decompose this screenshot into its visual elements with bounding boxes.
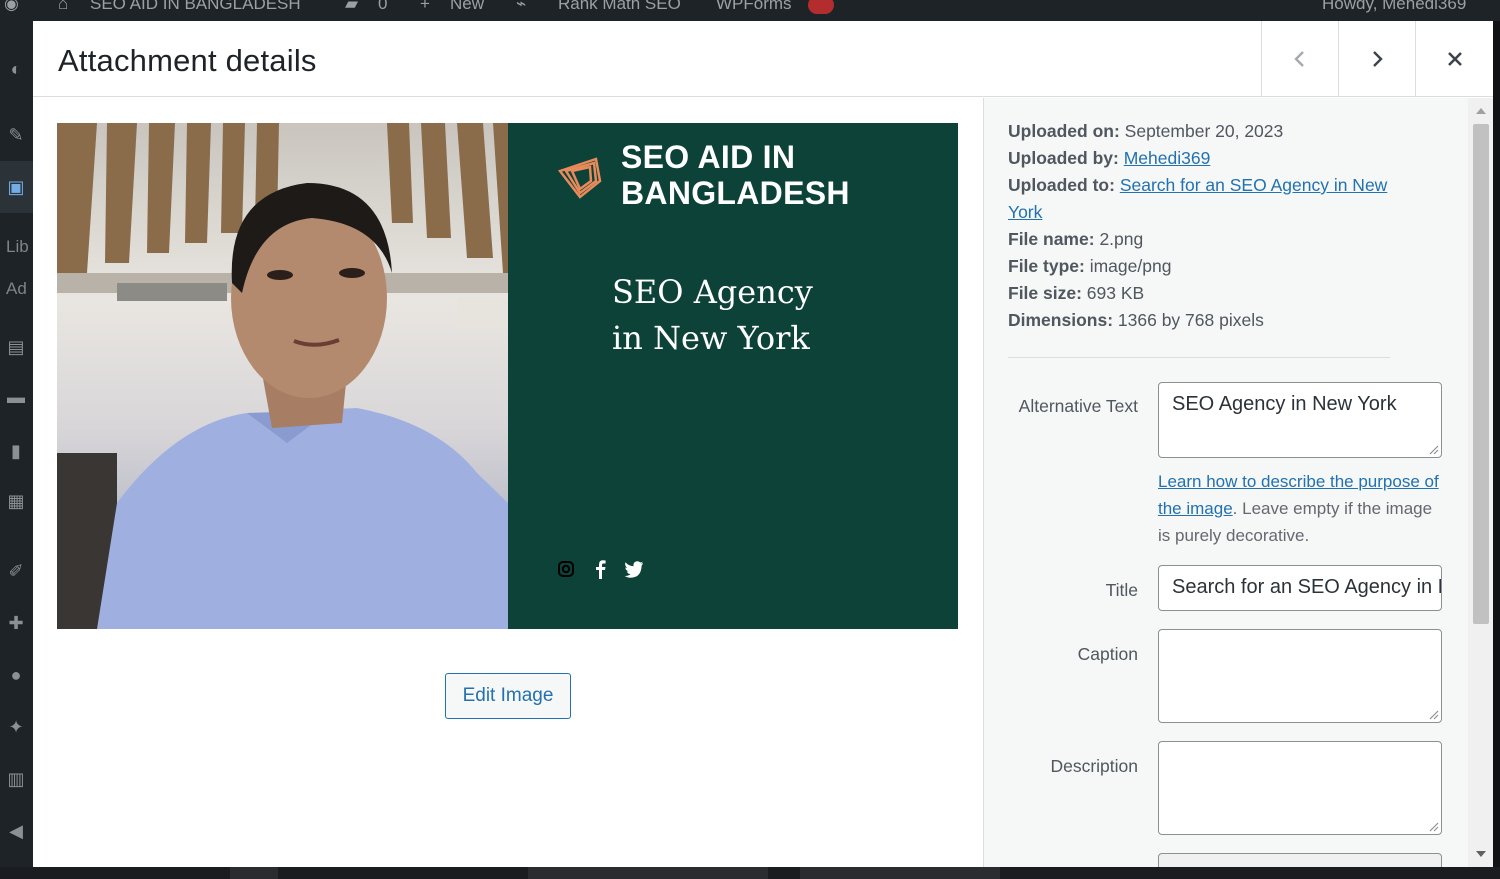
next-button[interactable] (1338, 21, 1415, 97)
rank-math-icon: ⌁ (516, 0, 527, 13)
wordpress-logo-icon[interactable]: ◉ (4, 0, 19, 14)
file-type-row: File type: image/png (1008, 253, 1408, 280)
brand-panel: SEO AID IN BANGLADESH SEO Agency in New … (508, 123, 958, 629)
previous-button[interactable] (1261, 21, 1338, 97)
title-field[interactable]: Search for an SEO Agency in New York (1158, 565, 1442, 611)
rank-math-link[interactable]: Rank Math SEO (558, 0, 681, 14)
attachment-image: SEO AID IN BANGLADESH SEO Agency in New … (57, 123, 958, 629)
scroll-up-icon[interactable] (1476, 108, 1486, 114)
new-content-link[interactable]: New (450, 0, 484, 14)
comments-count: 0 (378, 0, 388, 13)
modal-header: Attachment details (33, 21, 1493, 97)
tools-icon[interactable]: ✦ (4, 717, 28, 737)
alt-text-label: Alternative Text (1018, 396, 1138, 416)
file-size-label: File size: (1008, 283, 1082, 303)
plus-icon: + (420, 0, 430, 13)
pin-icon[interactable]: ✎ (4, 125, 28, 145)
modal-title: Attachment details (58, 43, 317, 78)
social-icons (556, 559, 644, 579)
file-name-label: File name: (1008, 229, 1095, 249)
person-photo (57, 123, 508, 629)
admin-side-menu: ◐ ✎ ▣ Lib Ad ▤ ▬ ▮ ▦ ✐ ✚ ● ✦ ▥ ◀ (0, 21, 33, 879)
howdy-user-link[interactable]: Howdy, Mehedi369 (1322, 0, 1466, 14)
media-preview-area: SEO AID IN BANGLADESH SEO Agency in New … (33, 98, 983, 867)
resize-handle-icon[interactable] (1428, 709, 1439, 720)
headline-line-2: in New York (612, 319, 810, 357)
forms-icon[interactable]: ▦ (4, 491, 28, 511)
users-icon[interactable]: ● (4, 665, 28, 685)
close-icon (1447, 52, 1462, 66)
uploaded-by-label: Uploaded by: (1008, 148, 1119, 168)
description-label: Description (1050, 756, 1138, 776)
alt-text-field[interactable]: SEO Agency in New York (1158, 382, 1442, 458)
uploaded-on-label: Uploaded on: (1008, 121, 1120, 141)
dimensions-label: Dimensions: (1008, 310, 1114, 330)
brand-logo-icon (557, 157, 602, 199)
analytics-icon[interactable]: ▮ (4, 441, 28, 461)
collapse-icon[interactable]: ◀ (4, 821, 28, 841)
image-headline: SEO Agency in New York (612, 269, 813, 361)
alt-text-value: SEO Agency in New York (1172, 393, 1397, 415)
uploaded-by-link[interactable]: Mehedi369 (1124, 148, 1211, 168)
pages-icon[interactable]: ▤ (4, 337, 28, 357)
close-button[interactable] (1415, 21, 1493, 97)
description-field[interactable] (1158, 741, 1442, 835)
scroll-down-icon[interactable] (1476, 851, 1486, 857)
next-field-partial[interactable] (1158, 853, 1442, 867)
comments-icon[interactable]: ▰ (345, 0, 358, 14)
attachment-info-sidebar: Uploaded on: September 20, 2023 Uploaded… (983, 98, 1493, 867)
uploaded-on-value: September 20, 2023 (1124, 121, 1284, 141)
add-new-menu-label[interactable]: Ad (6, 279, 27, 299)
resize-handle-icon[interactable] (1428, 444, 1439, 455)
edit-image-button[interactable]: Edit Image (445, 673, 571, 719)
chevron-right-icon (1373, 51, 1383, 67)
brand-name: SEO AID IN BANGLADESH (621, 139, 850, 211)
admin-bar: ◉ ⌂ SEO AID IN BANGLADESH ▰ 0 + New ⌁ Ra… (0, 0, 1500, 21)
settings-icon[interactable]: ▥ (4, 769, 28, 789)
sidebar-scrollbar[interactable] (1468, 98, 1493, 867)
uploaded-on-row: Uploaded on: September 20, 2023 (1008, 118, 1408, 145)
uploaded-to-label: Uploaded to: (1008, 175, 1115, 195)
scrollbar-thumb[interactable] (1473, 124, 1489, 624)
notification-badge (808, 0, 834, 14)
site-name-link[interactable]: SEO AID IN BANGLADESH (90, 0, 301, 14)
wpforms-link[interactable]: WPForms (716, 0, 792, 14)
home-icon[interactable]: ⌂ (58, 0, 68, 14)
caption-field[interactable] (1158, 629, 1442, 723)
attachment-details-modal: Attachment details SEO AID IN BANGLADESH… (33, 21, 1493, 867)
dimensions-row: Dimensions: 1366 by 768 pixels (1008, 307, 1408, 334)
file-size-row: File size: 693 KB (1008, 280, 1408, 307)
media-icon[interactable]: ▣ (4, 177, 28, 197)
headline-line-1: SEO Agency (612, 273, 813, 311)
plugins-icon[interactable]: ✚ (4, 613, 28, 633)
comments-menu-icon[interactable]: ▬ (4, 387, 28, 407)
person-photo-illustration (57, 123, 508, 629)
file-details: Uploaded on: September 20, 2023 Uploaded… (1008, 118, 1408, 334)
appearance-icon[interactable]: ✐ (4, 561, 28, 581)
resize-handle-icon[interactable] (1428, 821, 1439, 832)
brand-name-line-1: SEO AID IN (621, 139, 796, 175)
file-name-value: 2.png (1099, 229, 1144, 249)
instagram-icon (556, 559, 576, 579)
facebook-icon (590, 559, 610, 579)
details-separator (1008, 357, 1390, 358)
library-menu-label[interactable]: Lib (6, 237, 29, 257)
file-type-label: File type: (1008, 256, 1085, 276)
background-strip (0, 867, 1500, 879)
file-name-row: File name: 2.png (1008, 226, 1408, 253)
title-value: Search for an SEO Agency in New York (1172, 576, 1441, 598)
uploaded-to-row: Uploaded to: Search for an SEO Agency in… (1008, 172, 1400, 226)
file-size-value: 693 KB (1086, 283, 1145, 303)
chevron-left-icon (1294, 51, 1304, 67)
dashboard-icon[interactable]: ◐ (4, 59, 28, 79)
brand-name-line-2: BANGLADESH (621, 175, 850, 211)
caption-label: Caption (1077, 644, 1138, 664)
twitter-icon (624, 559, 644, 579)
alt-text-help: Learn how to describe the purpose of the… (1158, 468, 1448, 549)
dimensions-value: 1366 by 768 pixels (1117, 310, 1264, 330)
title-label: Title (1105, 580, 1138, 600)
file-type-value: image/png (1089, 256, 1172, 276)
uploaded-by-row: Uploaded by: Mehedi369 (1008, 145, 1408, 172)
